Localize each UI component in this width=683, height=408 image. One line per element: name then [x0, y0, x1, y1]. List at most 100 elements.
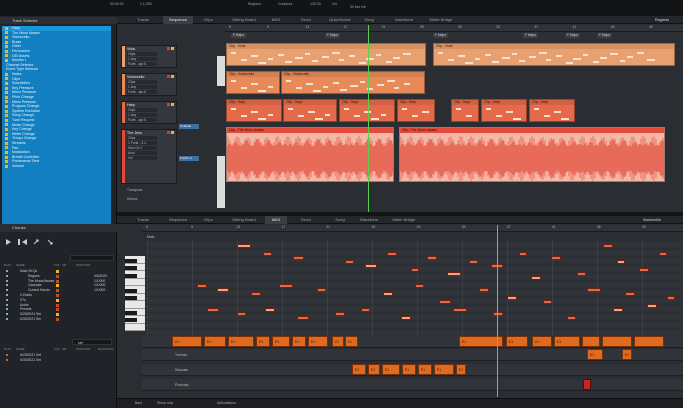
articulation-block[interactable]: E1 [332, 336, 344, 347]
articulation-block[interactable] [582, 336, 600, 347]
event-type-checkbox[interactable] [5, 127, 8, 131]
midi-note[interactable] [531, 276, 541, 280]
clip[interactable]: Clip - Violoncello [226, 71, 280, 94]
tempo-marker[interactable]: F Major [597, 33, 613, 38]
tab-clips[interactable]: Clips [197, 16, 219, 24]
articulation-block[interactable]: E1 [532, 336, 552, 347]
tab-waveform[interactable]: Waveform [357, 216, 381, 224]
tab-midi[interactable]: MIDI [265, 216, 287, 224]
event-type-checkbox[interactable] [5, 86, 8, 90]
midi-note[interactable] [197, 284, 207, 288]
articulation-block[interactable] [634, 336, 664, 347]
midi-note[interactable] [667, 296, 675, 300]
playhead-top[interactable] [368, 25, 369, 212]
midi-note[interactable] [293, 256, 304, 260]
tempo-readout[interactable]: 120.00 [310, 2, 321, 7]
chunk-row[interactable]: 6/30/2021 Ser [2, 317, 115, 322]
event-type-item[interactable]: Volume [5, 164, 24, 169]
midi-note[interactable] [297, 316, 309, 320]
track-field[interactable]: 1 any [127, 113, 157, 117]
midi-note[interactable] [551, 256, 561, 260]
midi-note[interactable] [659, 252, 667, 256]
chunk2-row[interactable]: 6/30/2021 Set [2, 358, 115, 363]
mute-button[interactable] [171, 131, 174, 134]
event-type-checkbox[interactable] [5, 91, 8, 95]
white-key[interactable] [125, 278, 145, 286]
chunk-play-icon[interactable] [6, 298, 8, 301]
status-bars[interactable]: Bars [135, 401, 142, 405]
playhead-bottom[interactable] [497, 225, 498, 397]
tab-song[interactable]: Song [357, 16, 381, 24]
track-header[interactable]: Viola Clips 1 any Forte - apr.6 [121, 45, 177, 68]
articulation-block[interactable]: E1 [434, 364, 454, 375]
midi-note[interactable] [469, 260, 478, 264]
clip[interactable]: Clip - Viola [433, 43, 675, 66]
bottom-right-label[interactable]: Violoncello [643, 218, 661, 222]
tab-sequence[interactable]: Sequence [163, 216, 193, 224]
tab-mixing-board[interactable]: Mixing Board [227, 216, 261, 224]
tab-drum[interactable]: Drum [295, 16, 317, 24]
event-type-checkbox[interactable] [5, 146, 8, 150]
tab-clips[interactable]: Clips [197, 216, 219, 224]
midi-note[interactable] [613, 308, 623, 312]
event-type-checkbox[interactable] [5, 137, 8, 141]
midi-note[interactable] [401, 316, 411, 320]
track-field[interactable]: Forte - apr.6 [127, 62, 157, 66]
event-type-checkbox[interactable] [5, 150, 8, 154]
piano-keyboard[interactable] [125, 256, 145, 331]
chunk-play-icon[interactable] [6, 308, 8, 311]
track-selector-header[interactable]: Track Selector [0, 17, 117, 24]
chunks-header[interactable]: Chunks [0, 224, 117, 232]
track-field[interactable]: 1 any [127, 57, 157, 61]
chunk-play-icon[interactable] [6, 279, 8, 282]
track-field[interactable]: Vol [127, 156, 157, 160]
midi-note[interactable] [647, 304, 657, 308]
articulation-lane[interactable]: LegatoE1E1E1E1E1E1E1E1E1E1E1E1E1 [142, 336, 683, 348]
articulation-block[interactable]: E1 [256, 336, 270, 347]
white-key[interactable] [125, 301, 145, 309]
event-type-checkbox[interactable] [5, 77, 8, 81]
midi-note[interactable] [519, 252, 527, 256]
selector-list[interactable]: Harp The Moon Awake Violoncello Brass Other P… [2, 26, 111, 230]
track-checkbox[interactable] [5, 26, 8, 30]
clip[interactable]: Clip - Harp [226, 99, 282, 122]
midi-note[interactable] [587, 288, 601, 292]
midi-note[interactable] [439, 300, 451, 304]
midi-note[interactable] [617, 260, 625, 264]
clip[interactable]: Clip - Harp [339, 99, 395, 122]
track-field[interactable]: Auto [127, 151, 157, 155]
chunk-play-icon[interactable] [6, 289, 8, 292]
black-key[interactable] [125, 311, 137, 315]
track-checkbox[interactable] [5, 49, 8, 53]
midi-note[interactable] [317, 288, 326, 292]
clip[interactable]: Clip - Viola [226, 43, 426, 66]
midi-note[interactable] [567, 316, 576, 320]
tab-meter-bridge[interactable]: Meter Bridge [389, 216, 419, 224]
event-type-checkbox[interactable] [5, 155, 8, 159]
chunk2-play-icon[interactable] [6, 354, 8, 356]
tab-meter-bridge[interactable]: Meter Bridge [422, 16, 460, 24]
articulation-block[interactable]: E1 [622, 349, 632, 360]
articulation-block[interactable]: E1 [418, 364, 432, 375]
clip[interactable]: Clip - Harp [481, 99, 527, 122]
midi-note[interactable] [365, 264, 377, 268]
midi-note[interactable] [237, 244, 251, 248]
articulation-block[interactable]: E1 [308, 336, 328, 347]
bottom-ruler[interactable]: 5 9 13 17 21 25 29 33 37 41 45 49 [142, 225, 683, 232]
midi-note[interactable] [237, 312, 246, 316]
track-field[interactable]: Forte - apr.6 [127, 90, 157, 94]
clip[interactable]: Clip - Violoncello [281, 71, 425, 94]
midi-note[interactable] [217, 288, 229, 292]
midi-note[interactable] [577, 272, 586, 276]
event-type-checkbox[interactable] [5, 123, 8, 127]
midi-note[interactable] [447, 272, 461, 276]
articulation-block[interactable]: E1 [204, 336, 226, 347]
clip[interactable]: Clip - Harp [451, 99, 479, 122]
record-button[interactable] [167, 103, 170, 106]
midi-note[interactable] [361, 308, 370, 312]
track-checkbox[interactable] [5, 58, 8, 62]
articulation-lane[interactable]: Pizzicato [142, 379, 683, 391]
tempo-marker[interactable]: F Major [433, 33, 449, 38]
clip[interactable]: Clip - Harp [529, 99, 575, 122]
articulation-block[interactable] [602, 336, 632, 347]
